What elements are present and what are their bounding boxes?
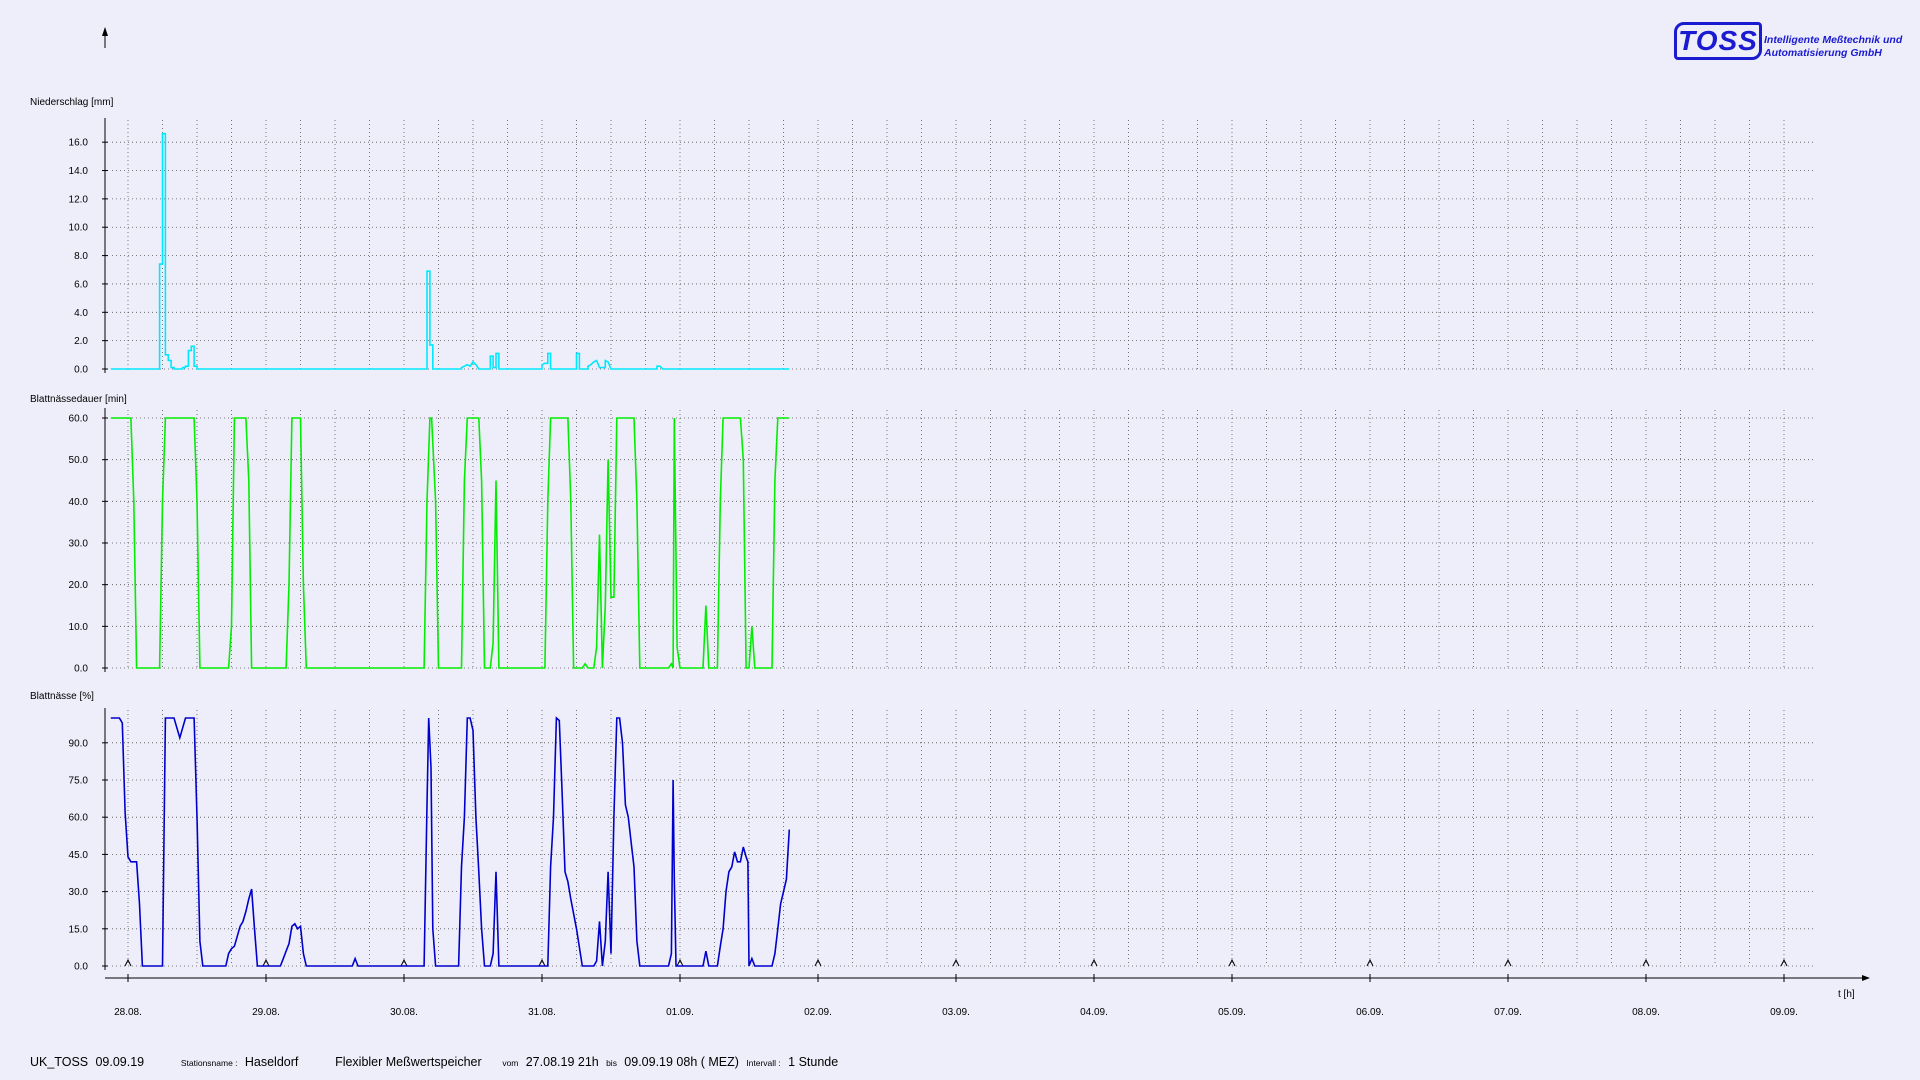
- x-tick-label: 09.09.: [1770, 1007, 1798, 1018]
- y-tick-label: 16.0: [69, 138, 89, 149]
- toss-logo: TOSS: [1674, 22, 1762, 60]
- chart-area: 16.0 14.0 12.0 10.0 8.0 6.0 4.0 2.0 0.0 Niedersch…: [30, 27, 1870, 1018]
- y-tick-label: 2.0: [74, 336, 88, 347]
- x-axis-arrow: [1862, 975, 1870, 981]
- x-tick-label: 05.09.: [1218, 1007, 1246, 1018]
- x-tick-label: 30.08.: [390, 1007, 418, 1018]
- y-tick-label: 4.0: [74, 308, 88, 319]
- from-value: 27.08.19 21h: [525, 1055, 599, 1069]
- footer-info: UK_TOSS 09.09.19 Stationsname : Haseldor…: [30, 1055, 842, 1069]
- x-tick-label: 31.08.: [528, 1007, 556, 1018]
- x-tick-label: 29.08.: [252, 1007, 280, 1018]
- to-value: 09.09.19 08h ( MEZ): [624, 1055, 739, 1069]
- y-tick-label: 6.0: [74, 279, 88, 290]
- y-tick-label: 75.0: [69, 776, 89, 787]
- station-code: UK_TOSS: [30, 1055, 89, 1069]
- y-tick-label: 30.0: [69, 539, 89, 550]
- y-tick-label: 50.0: [69, 455, 89, 466]
- y-tick-label: 14.0: [69, 166, 89, 177]
- y-tick-label: 0.0: [74, 664, 88, 675]
- interval-value: 1 Stunde: [788, 1055, 839, 1069]
- y-tick-label: 45.0: [69, 850, 89, 861]
- axes-layer: 16.0 14.0 12.0 10.0 8.0 6.0 4.0 2.0 0.0 Niedersch…: [30, 27, 1870, 1018]
- y-axis-arrow: [102, 27, 108, 36]
- x-tick-label: 02.09.: [804, 1007, 832, 1018]
- company-line-2: Automatisierung GmbH: [1764, 47, 1882, 59]
- y-tick-label: 20.0: [69, 580, 89, 591]
- y-tick-label: 90.0: [69, 738, 89, 749]
- company-line-1: Intelligente Meßtechnik und: [1764, 34, 1903, 46]
- from-label: vom: [502, 1058, 519, 1068]
- grid-layer: [112, 120, 1815, 967]
- y-tick-label: 10.0: [69, 223, 89, 234]
- y-tick-label: 60.0: [69, 813, 89, 824]
- series-line: [110, 132, 790, 370]
- panel-title: Niederschlag [mm]: [30, 97, 114, 108]
- company-name: Intelligente Meßtechnik und Automatisier…: [1764, 34, 1902, 60]
- y-tick-label: 40.0: [69, 497, 89, 508]
- station-label: Stationsname :: [180, 1058, 238, 1068]
- x-tick-label: 04.09.: [1080, 1007, 1108, 1018]
- storage-type: Flexibler Meßwertspeicher: [335, 1055, 482, 1069]
- y-tick-label: 10.0: [69, 622, 89, 633]
- panel-title: Blattnässe [%]: [30, 691, 94, 702]
- series-layer: [110, 132, 791, 967]
- to-label: bis: [606, 1058, 617, 1068]
- y-tick-label: 12.0: [69, 194, 89, 205]
- x-tick-label: 08.09.: [1632, 1007, 1660, 1018]
- panel-title: Blattnässedauer [min]: [30, 394, 127, 405]
- x-tick-label: 03.09.: [942, 1007, 970, 1018]
- x-axis-label: t [h]: [1838, 989, 1855, 1000]
- y-tick-label: 30.0: [69, 887, 89, 898]
- footer-date: 09.09.19: [95, 1055, 145, 1069]
- y-tick-label: 15.0: [69, 924, 89, 935]
- y-tick-label: 0.0: [74, 962, 88, 973]
- y-tick-label: 8.0: [74, 251, 88, 262]
- y-tick-label: 0.0: [74, 365, 88, 376]
- x-tick-label: 06.09.: [1356, 1007, 1384, 1018]
- x-tick-label: 28.08.: [114, 1007, 142, 1018]
- y-tick-label: 60.0: [69, 414, 89, 425]
- x-tick-label: 01.09.: [666, 1007, 694, 1018]
- station-name: Haseldorf: [244, 1055, 299, 1069]
- x-tick-label: 07.09.: [1494, 1007, 1522, 1018]
- interval-label: Intervall :: [746, 1058, 781, 1068]
